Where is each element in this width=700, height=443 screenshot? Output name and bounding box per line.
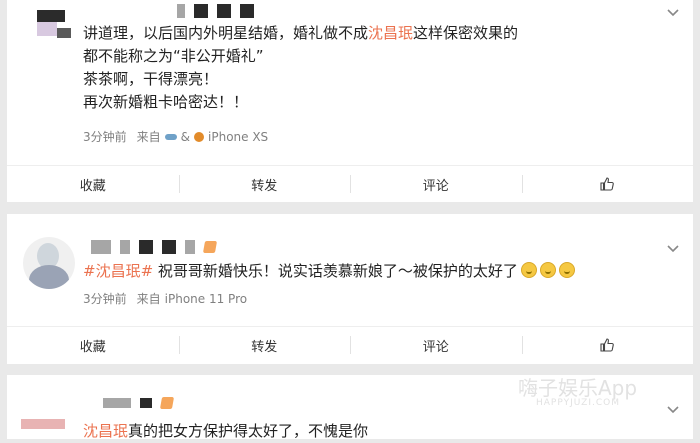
avatar[interactable] bbox=[21, 409, 77, 439]
device-icon bbox=[164, 133, 177, 140]
post-text: 讲道理，以后国内外明星结婚，婚礼做不成沈昌珉这样保密效果的 都不能称之为“非公开… bbox=[83, 24, 519, 111]
avatar[interactable] bbox=[23, 237, 75, 289]
username-redacted[interactable] bbox=[91, 240, 218, 254]
collect-button[interactable]: 收藏 bbox=[7, 327, 179, 363]
like-button[interactable] bbox=[521, 327, 694, 363]
chevron-down-icon[interactable] bbox=[667, 6, 679, 18]
chevron-down-icon[interactable] bbox=[667, 242, 679, 254]
thumbs-up-icon bbox=[600, 177, 615, 191]
repost-button[interactable]: 转发 bbox=[178, 166, 351, 202]
like-button[interactable] bbox=[521, 166, 694, 202]
source-prefix: 来自 bbox=[136, 292, 161, 306]
post-meta: 3分钟前 来自 iPhone 11 Pro bbox=[83, 290, 247, 307]
username-redacted[interactable] bbox=[177, 4, 254, 18]
post-meta: 3分钟前 来自 & iPhone XS bbox=[83, 129, 269, 145]
source-prefix: 来自 bbox=[136, 130, 161, 144]
post-time: 3分钟前 bbox=[83, 130, 127, 144]
comment-button[interactable]: 评论 bbox=[350, 166, 522, 202]
post-time: 3分钟前 bbox=[83, 292, 127, 306]
post-text: #沈昌珉# 祝哥哥新婚快乐！说实话羡慕新娘了～被保护的太好了 bbox=[83, 260, 575, 283]
watermark-subtitle: HAPPYJUZI.COM bbox=[536, 398, 620, 408]
action-bar: 收藏 转发 评论 bbox=[7, 165, 693, 202]
action-bar: 收藏 转发 评论 bbox=[7, 326, 693, 363]
chevron-down-icon[interactable] bbox=[667, 403, 679, 415]
topic-link[interactable]: 沈昌珉 bbox=[368, 24, 413, 42]
comment-button[interactable]: 评论 bbox=[350, 327, 522, 363]
crying-emoji-icon bbox=[520, 262, 537, 278]
topic-link[interactable]: #沈昌珉# bbox=[83, 262, 153, 280]
post-card: 讲道理，以后国内外明星结婚，婚礼做不成沈昌珉这样保密效果的 都不能称之为“非公开… bbox=[7, 0, 693, 202]
crying-emoji-icon bbox=[539, 262, 556, 278]
thumbs-up-icon bbox=[600, 338, 615, 352]
watermark-title: 嗨子娱乐App bbox=[518, 376, 638, 400]
collect-button[interactable]: 收藏 bbox=[7, 166, 179, 202]
repost-button[interactable]: 转发 bbox=[178, 327, 351, 363]
username-redacted[interactable] bbox=[103, 397, 175, 409]
avatar[interactable] bbox=[29, 6, 77, 50]
post-text: 沈昌珉真的把女方保护得太好了，不愧是你 bbox=[83, 422, 369, 440]
device-name[interactable]: iPhone XS bbox=[208, 130, 268, 144]
mention-link[interactable]: 沈昌珉 bbox=[83, 422, 128, 440]
peach-icon bbox=[194, 131, 205, 142]
device-name[interactable]: iPhone 11 Pro bbox=[165, 292, 247, 306]
crying-emoji-icon bbox=[558, 262, 575, 278]
post-card: #沈昌珉# 祝哥哥新婚快乐！说实话羡慕新娘了～被保护的太好了 3分钟前 来自 i… bbox=[7, 214, 693, 364]
